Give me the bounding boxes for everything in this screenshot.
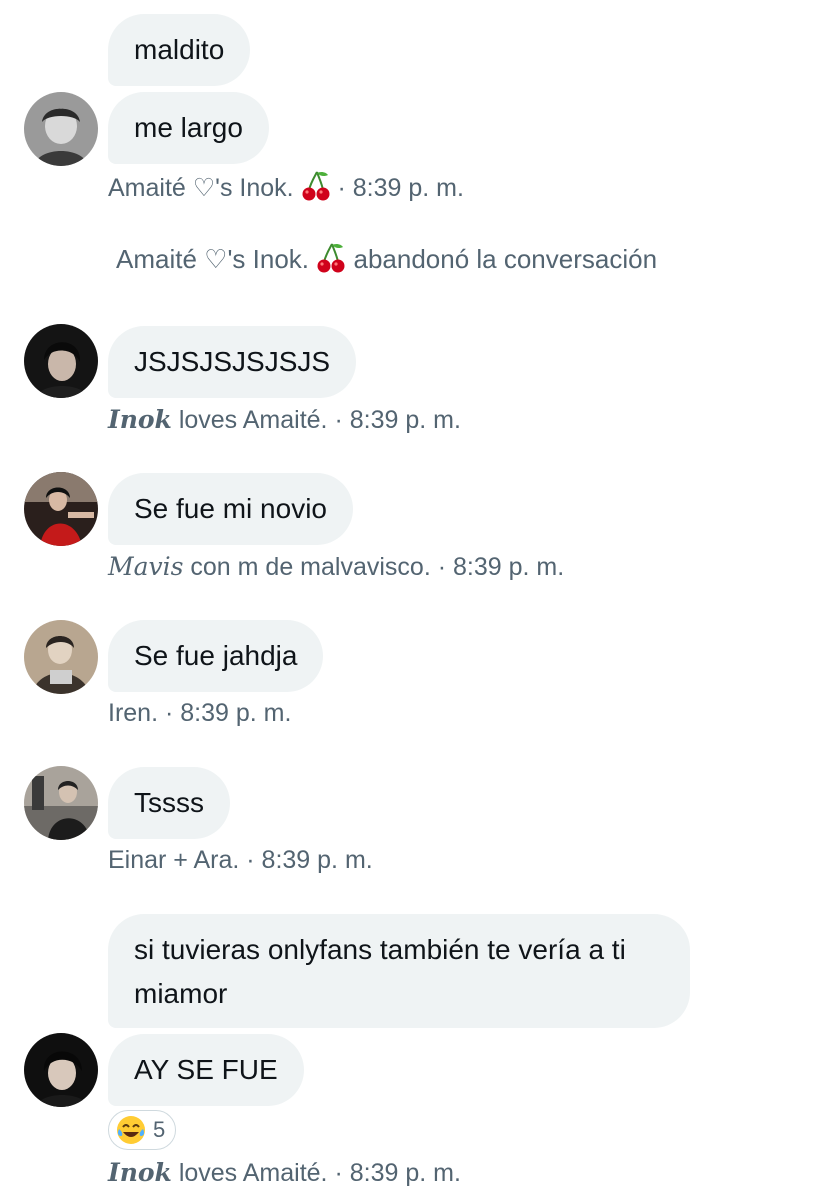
sender-name: Einar + Ara.: [108, 846, 240, 874]
avatar-image: [24, 766, 98, 840]
message-text: Se fue mi novio: [134, 493, 327, 524]
cherry-icon: [301, 170, 331, 202]
message-bubble[interactable]: JSJSJSJSJSJS: [108, 326, 357, 398]
message-meta: Iren. · 8:39 p. m.: [108, 699, 291, 728]
message-bubble[interactable]: AY SE FUE: [108, 1034, 304, 1106]
avatar[interactable]: [24, 766, 98, 840]
avatar[interactable]: [24, 92, 98, 166]
sender-name: loves Amaité.: [171, 406, 328, 434]
message-meta: Amaité ♡'s Inok. · 8:39 p. m.: [108, 170, 464, 203]
avatar[interactable]: [24, 324, 98, 398]
system-message: Amaité ♡'s Inok. abandonó la conversació…: [116, 242, 657, 275]
avatar[interactable]: [24, 1033, 98, 1107]
message-meta: Inok loves Amaité. · 8:39 p. m.: [108, 405, 461, 435]
message-text: JSJSJSJSJSJS: [134, 346, 331, 377]
timestamp: · 8:39 p. m.: [164, 699, 292, 727]
message-bubble[interactable]: Tssss: [108, 767, 230, 839]
system-action: abandonó la conversación: [353, 244, 658, 274]
sender-name: Iren.: [108, 699, 159, 727]
message-bubble[interactable]: si tuvieras onlyfans también te vería a …: [108, 914, 690, 1028]
avatar[interactable]: [24, 620, 98, 694]
sender-name: Amaité ♡'s Inok.: [116, 244, 310, 274]
message-bubble[interactable]: maldito: [108, 14, 251, 86]
sender-name-styled: Mavis: [108, 552, 184, 581]
reaction-badge[interactable]: 5: [108, 1110, 177, 1150]
timestamp: · 8:39 p. m.: [437, 553, 565, 581]
avatar-image: [24, 92, 98, 166]
message-meta: Mavis con m de malvavisco. · 8:39 p. m.: [108, 552, 564, 582]
message-bubble[interactable]: Se fue jahdja: [108, 620, 324, 692]
avatar-image: [24, 472, 98, 546]
timestamp: · 8:39 p. m.: [334, 1159, 461, 1187]
message-meta: Einar + Ara. · 8:39 p. m.: [108, 846, 373, 875]
message-text: Tssss: [134, 787, 204, 818]
message-text: me largo: [134, 112, 243, 143]
sender-name-styled: Inok: [108, 1158, 172, 1187]
reaction-count: 5: [153, 1117, 166, 1142]
timestamp: · 8:39 p. m.: [334, 406, 461, 434]
avatar-image: [24, 1033, 98, 1107]
message-text: AY SE FUE: [134, 1054, 278, 1085]
tears-of-joy-icon: [117, 1116, 145, 1144]
message-bubble[interactable]: me largo: [108, 92, 269, 164]
message-bubble[interactable]: Se fue mi novio: [108, 473, 353, 545]
avatar-image: [24, 620, 98, 694]
message-text: si tuvieras onlyfans también te vería a …: [134, 934, 626, 1009]
sender-name: loves Amaité.: [171, 1159, 328, 1187]
timestamp: · 8:39 p. m.: [337, 174, 464, 202]
cherry-icon: [316, 242, 346, 274]
avatar[interactable]: [24, 472, 98, 546]
timestamp: · 8:39 p. m.: [246, 846, 373, 874]
sender-name: Amaité ♡'s Inok.: [108, 174, 294, 202]
avatar-image: [24, 324, 98, 398]
message-text: maldito: [134, 34, 225, 65]
sender-name: con m de malvavisco.: [183, 553, 431, 581]
message-meta: Inok loves Amaité. · 8:39 p. m.: [108, 1158, 461, 1188]
message-text: Se fue jahdja: [134, 640, 298, 671]
sender-name-styled: Inok: [108, 405, 172, 434]
